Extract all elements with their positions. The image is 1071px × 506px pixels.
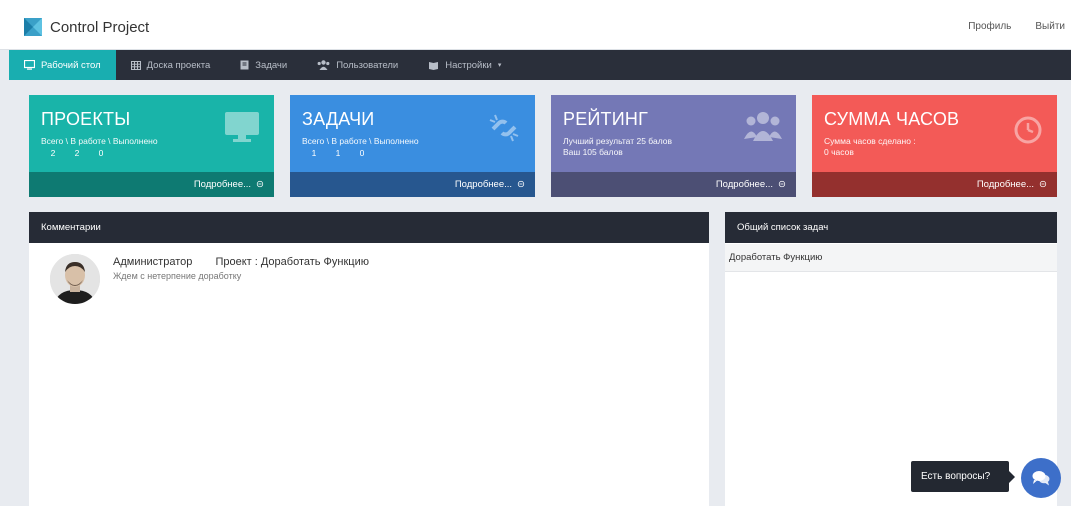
nav-item-tasks[interactable]: Задачи — [225, 50, 302, 80]
nav-item-label: Рабочий стол — [41, 59, 101, 71]
stat-values: 2 2 0 — [41, 147, 262, 160]
stat-card-rating: РЕЙТИНГ Лучший результат 25 балов Ваш 10… — [551, 95, 796, 197]
nav-item-project-board[interactable]: Доска проекта — [116, 50, 226, 80]
profile-link[interactable]: Профиль — [968, 21, 1011, 32]
comment-project[interactable]: Проект : Доработать Функцию — [215, 256, 369, 268]
stat-value-total: 2 — [50, 148, 56, 158]
logo-icon — [24, 18, 42, 36]
rating-yours: Ваш 105 балов — [563, 147, 623, 157]
nav-item-label: Настройки — [445, 59, 492, 71]
logout-link[interactable]: Выйти — [1035, 21, 1065, 32]
panel-title: Общий список задач — [725, 212, 1057, 243]
more-label: Подробнее... — [715, 179, 774, 190]
more-link[interactable]: Подробнее... ⊝ — [29, 172, 274, 197]
main-nav: Рабочий стол Доска проекта Задачи Пользо… — [9, 50, 1071, 80]
arrow-circle-icon: ⊝ — [778, 179, 786, 190]
nav-item-users[interactable]: Пользователи — [302, 50, 413, 80]
more-label: Подробнее... — [193, 179, 252, 190]
nav-item-label: Пользователи — [336, 59, 399, 71]
comment-item: Администратор Проект : Доработать Функци… — [50, 254, 369, 304]
broken-link-icon — [489, 114, 519, 142]
table-icon — [130, 60, 141, 70]
stat-value-in-progress: 1 — [335, 148, 341, 158]
brand[interactable]: Control Project — [24, 17, 149, 37]
arrow-circle-icon: ⊝ — [517, 179, 525, 190]
chevron-down-icon: ▾ — [497, 62, 502, 69]
stat-title: СУММА ЧАСОВ — [824, 109, 960, 129]
monitor-icon — [225, 112, 259, 142]
book-open-icon — [429, 61, 439, 70]
nav-item-settings[interactable]: Настройки ▾ — [413, 50, 516, 80]
stat-value-done: 0 — [98, 148, 104, 158]
stat-values: 1 1 0 — [302, 147, 523, 160]
list-item[interactable]: Доработать Функцию — [725, 244, 1057, 272]
nav-item-label: Задачи — [255, 59, 288, 71]
stat-value-done: 0 — [359, 148, 365, 158]
arrow-circle-icon: ⊝ — [1039, 179, 1047, 190]
app-title: Control Project — [50, 18, 150, 36]
hours-value: 0 часов — [824, 147, 854, 157]
monitor-icon — [24, 60, 35, 70]
top-bar: Control Project Профиль Выйти — [0, 0, 1071, 50]
stat-card-tasks: ЗАДАЧИ Всего \ В работе \ Выполнено 1 1 … — [290, 95, 535, 197]
nav-item-label: Доска проекта — [146, 59, 211, 71]
help-tooltip[interactable]: Есть вопросы? — [911, 461, 1015, 492]
more-link[interactable]: Подробнее... ⊝ — [551, 172, 796, 197]
comment-author: Администратор — [113, 256, 193, 268]
clock-icon — [1014, 116, 1042, 144]
users-icon — [744, 112, 782, 141]
stat-card-hours: СУММА ЧАСОВ Сумма часов сделано : 0 часо… — [812, 95, 1057, 197]
more-label: Подробнее... — [454, 179, 513, 190]
comments-panel: Комментарии Администратор Проект : Дораб… — [29, 212, 709, 506]
panel-title: Комментарии — [29, 212, 709, 243]
chat-icon — [1032, 471, 1050, 486]
more-link[interactable]: Подробнее... ⊝ — [812, 172, 1057, 197]
comment-text: Ждем с нетерпение доработку — [113, 271, 242, 281]
avatar — [50, 254, 100, 304]
more-link[interactable]: Подробнее... ⊝ — [290, 172, 535, 197]
stat-card-projects: ПРОЕКТЫ Всего \ В работе \ Выполнено 2 2… — [29, 95, 274, 197]
arrow-circle-icon: ⊝ — [256, 179, 264, 190]
nav-item-dashboard[interactable]: Рабочий стол — [9, 50, 116, 80]
more-label: Подробнее... — [976, 179, 1035, 190]
stat-value-in-progress: 2 — [74, 148, 80, 158]
hours-caption: Сумма часов сделано : — [824, 136, 916, 146]
stat-value-total: 1 — [311, 148, 317, 158]
top-links: Профиль Выйти — [968, 21, 1065, 32]
chat-button[interactable] — [1021, 458, 1061, 498]
users-icon — [317, 60, 330, 70]
book-icon — [240, 60, 249, 70]
